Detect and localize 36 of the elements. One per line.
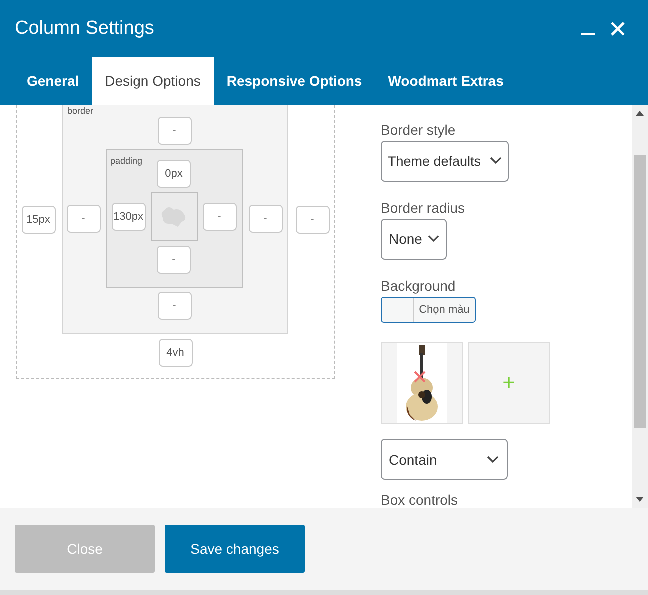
select-field[interactable]: Theme defaults [381,141,509,182]
value-input[interactable]: - [202,202,236,230]
save-button[interactable]: Save changes [165,525,305,573]
scrollbar[interactable] [632,105,648,508]
caret-icon [428,235,440,244]
value-input[interactable]: - [66,204,100,232]
value-input[interactable]: - [296,206,330,234]
tab[interactable]: Responsive Options [214,57,376,105]
field-label: Border radius [381,200,466,216]
padding-label: padding [110,156,143,166]
scrollbar-thumb[interactable] [634,155,646,428]
tab[interactable]: Woodmart Extras [375,57,517,105]
select-field[interactable]: None [381,218,447,260]
value-input[interactable]: - [248,204,282,232]
value-input[interactable]: 4vh [158,339,192,367]
value-input[interactable]: 0px [157,160,191,188]
value-input[interactable]: - [157,246,191,274]
caret-icon [490,157,502,166]
remove-icon[interactable] [413,370,427,384]
window-title: Column Settings [15,18,156,40]
scroll-down-icon[interactable] [636,497,644,502]
select-field[interactable]: Contain [381,439,508,480]
value-input[interactable]: - [158,292,192,320]
value-input[interactable]: 130px [112,202,146,230]
value-input[interactable]: - [158,117,192,145]
color-picker-button[interactable]: Chọn màu [381,296,476,324]
section-label: Box controls [381,492,460,508]
tab[interactable]: Design Options [92,57,214,105]
field-label: Border style [381,122,457,138]
tab[interactable]: General [15,57,92,105]
close-icon[interactable] [610,20,626,36]
field-label: Background [381,278,457,294]
border-label: border [68,106,94,116]
caret-icon [487,456,499,464]
value-input[interactable]: 15px [22,206,56,234]
scroll-up-icon[interactable] [636,111,644,116]
